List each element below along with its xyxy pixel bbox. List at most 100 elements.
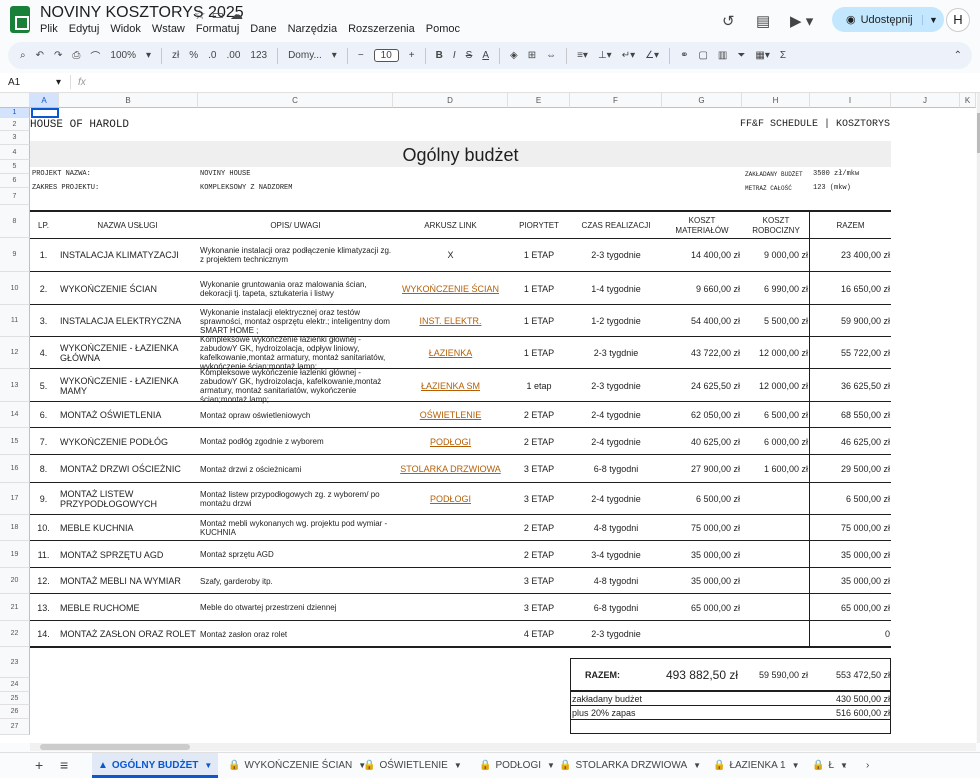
row-header[interactable]: 4: [0, 145, 30, 160]
functions-icon[interactable]: Σ: [780, 50, 786, 61]
column-header[interactable]: D: [393, 93, 508, 108]
column-header[interactable]: F: [570, 93, 662, 108]
increase-font-size-icon[interactable]: +: [409, 50, 415, 61]
text-color-icon[interactable]: A: [482, 50, 489, 61]
decrease-font-size-icon[interactable]: −: [358, 50, 364, 61]
tab-1[interactable]: ▲ OGÓLNY BUDŻET ▼: [92, 753, 219, 778]
fill-color-icon[interactable]: ◈: [510, 50, 518, 61]
increase-decimal-button[interactable]: .00: [226, 50, 240, 61]
merge-cells-icon[interactable]: ⇔: [546, 50, 556, 61]
column-header[interactable]: H: [742, 93, 810, 108]
paint-format-icon[interactable]: ⌒: [90, 48, 100, 63]
column-header[interactable]: I: [810, 93, 891, 108]
row-header[interactable]: 2: [0, 118, 30, 131]
row-header[interactable]: 13: [0, 369, 30, 402]
meet-icon[interactable]: ▶ ▾: [790, 12, 813, 30]
sheet-link[interactable]: ŁAZIENKA SM: [393, 369, 508, 402]
column-header[interactable]: A: [30, 93, 59, 108]
sheets-logo-icon[interactable]: [10, 6, 30, 33]
row-header[interactable]: 20: [0, 568, 30, 594]
tab-menu-icon[interactable]: ▼: [693, 761, 701, 770]
row-header[interactable]: 5: [0, 160, 30, 174]
corner-cell[interactable]: [0, 93, 30, 108]
tab-menu-icon[interactable]: ▼: [792, 761, 800, 770]
italic-icon[interactable]: I: [453, 50, 456, 61]
add-sheet-icon[interactable]: +: [35, 753, 43, 778]
insert-comment-icon[interactable]: ▢: [698, 50, 707, 61]
text-rotate-icon[interactable]: ∠▾: [645, 50, 659, 61]
bold-icon[interactable]: B: [436, 50, 443, 61]
search-menus-icon[interactable]: ⌕: [20, 50, 26, 61]
menu-item[interactable]: Wstaw: [152, 22, 185, 36]
filter-views-icon[interactable]: ▦▾: [755, 50, 769, 61]
share-dropdown-icon[interactable]: ▼: [922, 14, 944, 25]
currency-format-button[interactable]: zł: [172, 50, 179, 61]
undo-icon[interactable]: ↶: [36, 50, 44, 61]
tab-4[interactable]: 🔒 PODŁOGI ▼: [473, 753, 561, 778]
row-header[interactable]: 3: [0, 131, 30, 145]
strikethrough-icon[interactable]: S: [466, 50, 473, 61]
menu-item[interactable]: Plik: [40, 22, 58, 36]
star-icon[interactable]: ☆: [194, 7, 212, 22]
row-header[interactable]: 15: [0, 428, 30, 455]
row-header[interactable]: 6: [0, 174, 30, 188]
horizontal-scrollbar[interactable]: [30, 743, 976, 751]
row-header[interactable]: 25: [0, 692, 30, 705]
column-header[interactable]: K: [960, 93, 976, 108]
column-header[interactable]: C: [198, 93, 393, 108]
row-header[interactable]: 23: [0, 647, 30, 678]
cloud-status-icon[interactable]: ☁: [230, 7, 249, 22]
row-header[interactable]: 18: [0, 515, 30, 541]
row-header[interactable]: 10: [0, 272, 30, 305]
menu-item[interactable]: Narzędzia: [288, 22, 338, 36]
avatar[interactable]: H: [946, 8, 970, 32]
menu-item[interactable]: Edytuj: [69, 22, 100, 36]
tab-menu-icon[interactable]: ▼: [454, 761, 462, 770]
menu-item[interactable]: Widok: [110, 22, 141, 36]
chevron-down-icon[interactable]: ▾: [56, 77, 61, 88]
row-header[interactable]: 12: [0, 337, 30, 369]
scroll-tabs-left-icon[interactable]: ‹: [843, 753, 846, 778]
row-header[interactable]: 22: [0, 621, 30, 647]
percent-format-button[interactable]: %: [189, 50, 198, 61]
zoom-select[interactable]: 100%: [110, 50, 136, 61]
menu-item[interactable]: Formatuj: [196, 22, 239, 36]
print-icon[interactable]: ⎙: [72, 50, 80, 61]
redo-icon[interactable]: ↷: [54, 50, 62, 61]
sheet-link[interactable]: PODŁOGI: [393, 483, 508, 515]
sheet-link[interactable]: STOLARKA DRZWIOWA: [393, 455, 508, 483]
sheet-link[interactable]: WYKOŃCZENIE ŚCIAN: [393, 272, 508, 305]
tab-menu-icon[interactable]: ▼: [204, 761, 212, 770]
row-header[interactable]: 17: [0, 483, 30, 515]
tab-2[interactable]: 🔒 WYKOŃCZENIE ŚCIAN ▼: [222, 753, 372, 778]
row-header[interactable]: 27: [0, 719, 30, 735]
font-select[interactable]: Domy...: [288, 50, 322, 61]
scrollbar-thumb[interactable]: [40, 744, 190, 750]
column-header[interactable]: G: [662, 93, 742, 108]
sheet-link[interactable]: INST. ELEKTR.: [393, 305, 508, 337]
sheet-link[interactable]: PODŁOGI: [393, 428, 508, 455]
all-sheets-icon[interactable]: ≡: [60, 753, 68, 778]
row-header[interactable]: 16: [0, 455, 30, 483]
row-header[interactable]: 7: [0, 188, 30, 205]
row-header[interactable]: 9: [0, 238, 30, 272]
filter-icon[interactable]: ⏷: [737, 50, 745, 61]
number-format-button[interactable]: 123: [250, 50, 267, 61]
comments-icon[interactable]: ▤: [756, 12, 770, 30]
name-box[interactable]: A1: [8, 77, 20, 88]
align-horizontal-icon[interactable]: ≡▾: [577, 50, 588, 61]
text-wrap-icon[interactable]: ↵▾: [622, 50, 635, 61]
sheet-link[interactable]: OŚWIETLENIE: [393, 402, 508, 428]
menu-item[interactable]: Rozszerzenia: [348, 22, 415, 36]
row-header[interactable]: 21: [0, 594, 30, 621]
font-size-input[interactable]: 10: [373, 49, 399, 62]
menu-item[interactable]: Dane: [250, 22, 276, 36]
sheet-link[interactable]: ŁAZIENKA: [393, 337, 508, 369]
borders-icon[interactable]: ⊞: [528, 50, 536, 61]
scroll-tabs-right-icon[interactable]: ›: [866, 753, 869, 778]
tab-6[interactable]: 🔒 ŁAZIENKA 1 ▼: [707, 753, 806, 778]
align-vertical-icon[interactable]: ⊥▾: [598, 50, 612, 61]
row-header[interactable]: 11: [0, 305, 30, 337]
insert-link-icon[interactable]: ⚭: [680, 50, 688, 61]
tab-3[interactable]: 🔒 OŚWIETLENIE ▼: [357, 753, 468, 778]
